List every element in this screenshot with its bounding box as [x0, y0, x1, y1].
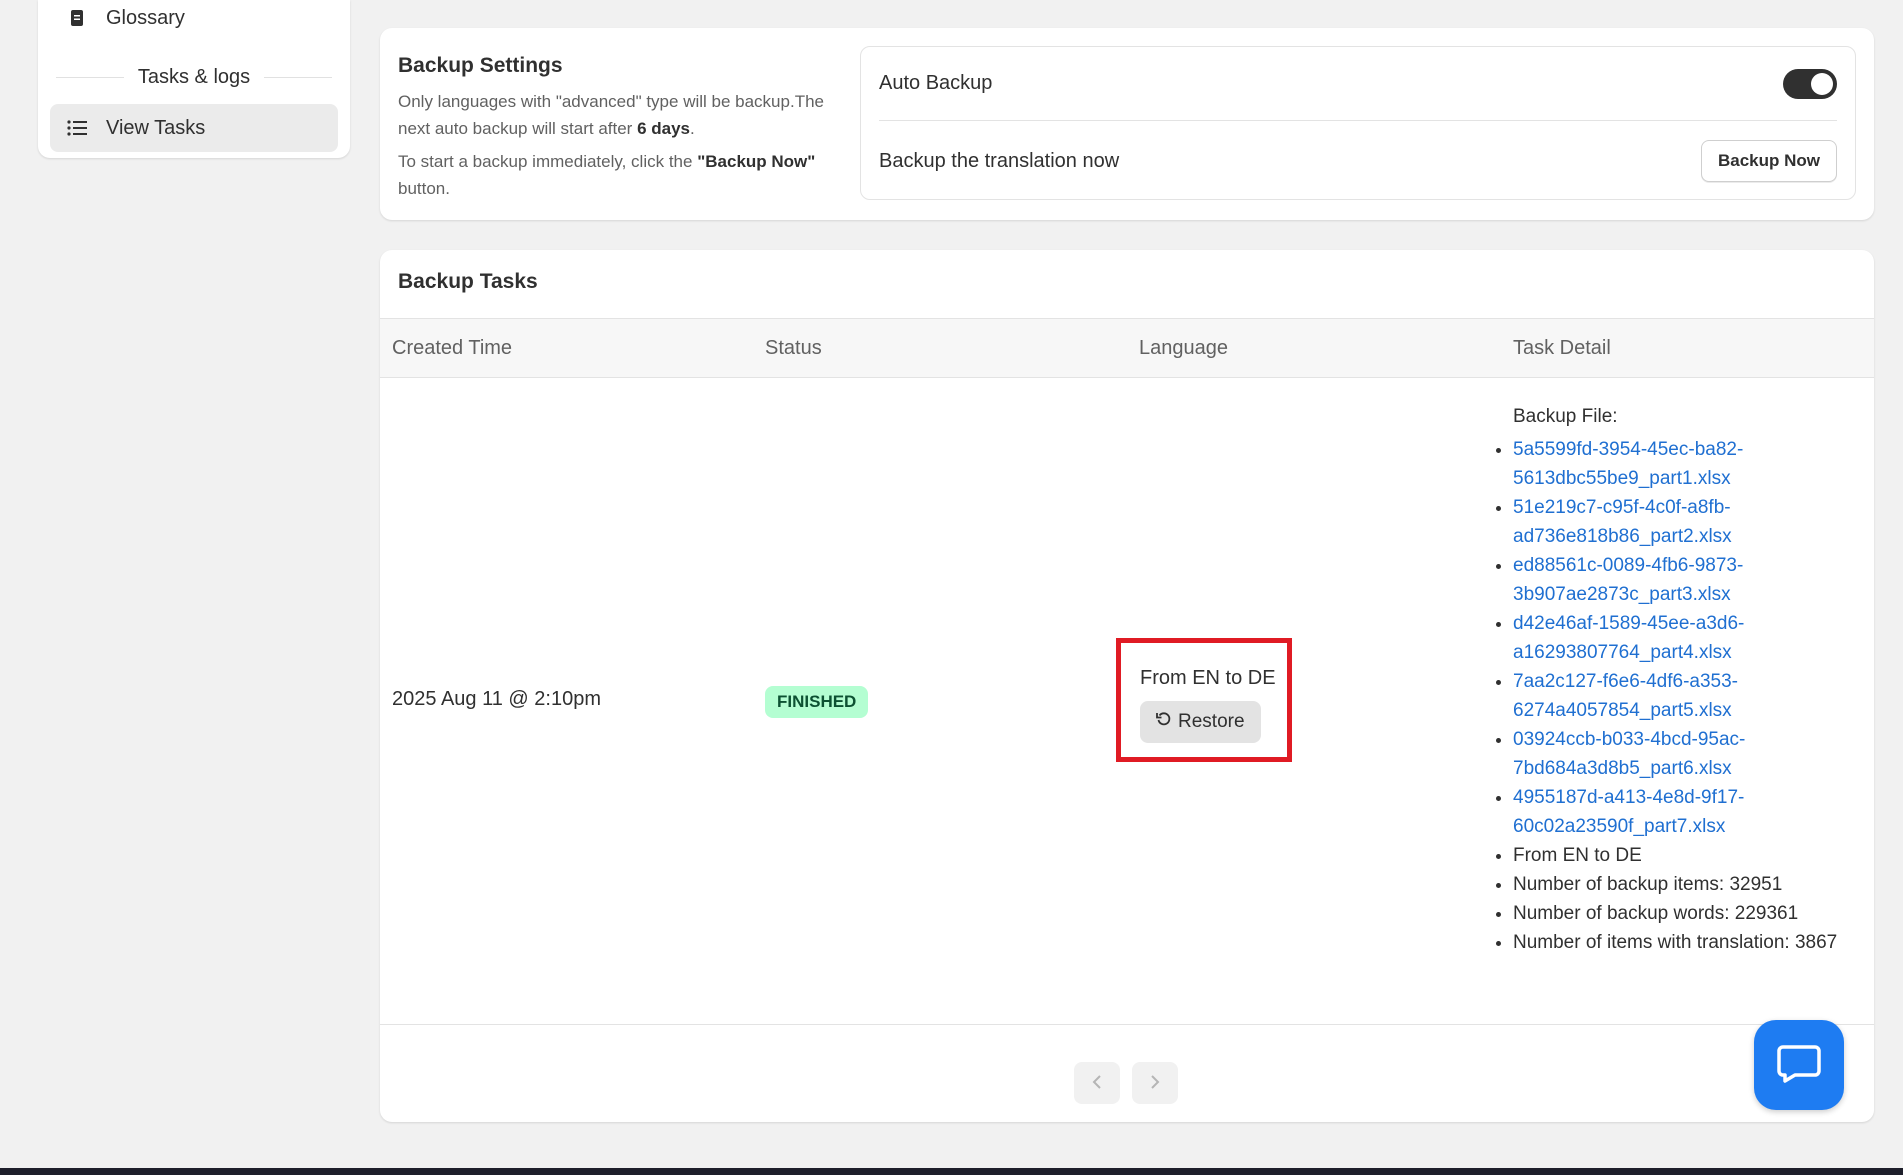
column-header-created-time: Created Time — [392, 336, 513, 359]
chat-support-button[interactable] — [1754, 1020, 1844, 1110]
toggle-knob — [1811, 72, 1833, 95]
backup-file-link[interactable]: 03924ccb-b033-4bcd-95ac-7bd684a3d8b5_par… — [1513, 729, 1745, 779]
list-item: From EN to DE — [1513, 841, 1843, 870]
table-row: 2025 Aug 11 @ 2:10pm FINISHED From EN to… — [380, 378, 1874, 1025]
backup-file-link[interactable]: d42e46af-1589-45ee-a3d6-a16293807764_par… — [1513, 613, 1744, 663]
desc-text: To start a backup immediately, click the — [398, 152, 698, 171]
list-item: 5a5599fd-3954-45ec-ba82-5613dbc55be9_par… — [1513, 435, 1843, 493]
list-item: 51e219c7-c95f-4c0f-a8fb-ad736e818b86_par… — [1513, 493, 1843, 551]
bottom-bar — [0, 1168, 1903, 1175]
backup-now-button[interactable]: Backup Now — [1700, 140, 1837, 182]
auto-backup-label: Auto Backup — [879, 72, 993, 94]
detail-list: 5a5599fd-3954-45ec-ba82-5613dbc55be9_par… — [1493, 435, 1843, 957]
settings-description-block: Backup Settings Only languages with "adv… — [398, 54, 848, 202]
sidebar-section-divider: Tasks & logs — [56, 62, 333, 92]
desc-text: button. — [398, 179, 450, 198]
desc-text: . — [690, 119, 695, 138]
list-item: 7aa2c127-f6e6-4df6-a353-6274a4057854_par… — [1513, 667, 1843, 725]
backup-tasks-card: Backup Tasks Created Time Status Languag… — [380, 250, 1874, 1122]
undo-icon — [1156, 711, 1172, 733]
sidebar-section-label: Tasks & logs — [137, 65, 251, 88]
backup-file-link[interactable]: 51e219c7-c95f-4c0f-a8fb-ad736e818b86_par… — [1513, 497, 1732, 547]
restore-label: Restore — [1178, 711, 1245, 732]
language-cell-highlight: From EN to DE Restore — [1116, 638, 1292, 762]
created-time-cell: 2025 Aug 11 @ 2:10pm — [392, 688, 601, 710]
backup-file-link[interactable]: ed88561c-0089-4fb6-9873-3b907ae2873c_par… — [1513, 555, 1743, 605]
sidebar: Glossary Tasks & logs View Tasks — [38, 0, 350, 158]
settings-desc-line-1: Only languages with "advanced" type will… — [398, 88, 848, 142]
backup-now-row: Backup the translation now Backup Now — [879, 121, 1837, 201]
sidebar-item-view-tasks[interactable]: View Tasks — [50, 104, 338, 152]
pagination — [1074, 1062, 1178, 1104]
backup-now-text: Backup the translation now — [879, 149, 1120, 172]
list-item: Number of backup items: 32951 — [1513, 870, 1843, 899]
sidebar-item-glossary[interactable]: Glossary — [50, 0, 338, 42]
backup-file-link[interactable]: 4955187d-a413-4e8d-9f17-60c02a23590f_par… — [1513, 787, 1744, 837]
backup-file-heading: Backup File: — [1513, 406, 1618, 427]
backup-file-link[interactable]: 5a5599fd-3954-45ec-ba82-5613dbc55be9_par… — [1513, 439, 1743, 489]
desc-bold: 6 days — [637, 119, 690, 138]
settings-title: Backup Settings — [398, 54, 563, 77]
status-badge: FINISHED — [765, 686, 869, 718]
list-icon — [66, 117, 88, 139]
backup-settings-card: Backup Settings Only languages with "adv… — [380, 28, 1874, 220]
next-page-button[interactable] — [1132, 1062, 1178, 1104]
settings-controls: Auto Backup Backup the translation now B… — [860, 46, 1856, 200]
column-header-language: Language — [1139, 336, 1228, 359]
previous-page-button[interactable] — [1074, 1062, 1120, 1104]
tasks-title: Backup Tasks — [398, 270, 538, 293]
list-item: ed88561c-0089-4fb6-9873-3b907ae2873c_par… — [1513, 551, 1843, 609]
sidebar-item-label: View Tasks — [106, 116, 206, 139]
settings-description: Only languages with "advanced" type will… — [398, 88, 848, 202]
task-detail-cell: Backup File: 5a5599fd-3954-45ec-ba82-561… — [1513, 402, 1843, 957]
desc-text: Only languages with "advanced" type will… — [398, 92, 824, 138]
column-header-task-detail: Task Detail — [1513, 336, 1611, 359]
list-item: 4955187d-a413-4e8d-9f17-60c02a23590f_par… — [1513, 783, 1843, 841]
list-item: 03924ccb-b033-4bcd-95ac-7bd684a3d8b5_par… — [1513, 725, 1843, 783]
column-header-status: Status — [765, 336, 822, 359]
table-header: Created Time Status Language Task Detail — [380, 318, 1874, 378]
auto-backup-row: Auto Backup — [879, 47, 1837, 121]
list-item: Number of items with translation: 3867 — [1513, 928, 1843, 957]
list-item: Number of backup words: 229361 — [1513, 899, 1843, 928]
sidebar-item-label: Glossary — [106, 6, 185, 29]
chevron-left-icon — [1092, 1074, 1102, 1093]
chevron-right-icon — [1150, 1074, 1160, 1093]
restore-button[interactable]: Restore — [1140, 701, 1261, 743]
divider-line — [264, 76, 333, 78]
backup-file-link[interactable]: 7aa2c127-f6e6-4df6-a353-6274a4057854_par… — [1513, 671, 1738, 721]
chat-bubble-icon — [1777, 1043, 1821, 1088]
divider-line — [56, 76, 124, 78]
language-text: From EN to DE — [1140, 667, 1276, 689]
list-item: d42e46af-1589-45ee-a3d6-a16293807764_par… — [1513, 609, 1843, 667]
desc-bold: "Backup Now" — [697, 152, 816, 171]
settings-desc-line-2: To start a backup immediately, click the… — [398, 148, 848, 202]
auto-backup-toggle[interactable] — [1783, 68, 1837, 99]
document-icon — [66, 7, 88, 29]
